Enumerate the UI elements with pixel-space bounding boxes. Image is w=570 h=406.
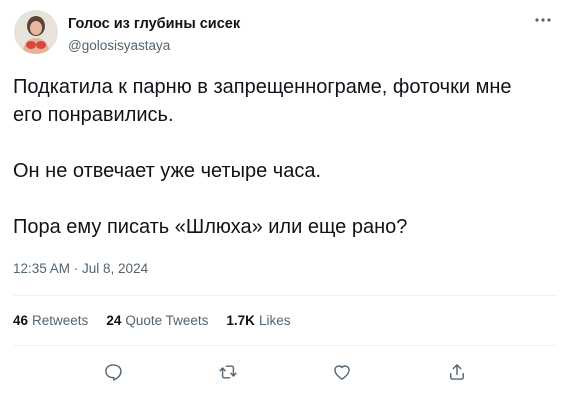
retweets-label: Retweets [32, 313, 89, 328]
tweet-text: Подкатила к парню в запрещеннограме, фот… [13, 73, 543, 241]
retweets-stat[interactable]: 46 Retweets [13, 312, 88, 330]
tweet-paragraph: Подкатила к парню в запрещеннограме, фот… [13, 76, 512, 126]
tweet: Голос из глубины сисек @golosisyastaya П… [0, 0, 570, 406]
retweet-icon [219, 365, 237, 379]
quote-tweets-stat[interactable]: 24 Quote Tweets [106, 312, 208, 330]
tweet-paragraph: Пора ему писать «Шлюха» или еще рано? [13, 216, 408, 238]
quote-tweets-label: Quote Tweets [125, 313, 209, 328]
likes-stat[interactable]: 1.7K Likes [226, 312, 290, 330]
more-options-icon[interactable] [528, 8, 558, 32]
avatar[interactable] [14, 10, 58, 54]
like-button[interactable] [325, 355, 359, 389]
tweet-paragraph: Он не отвечает уже четыре часа. [13, 160, 322, 182]
user-handle[interactable]: @golosisyastaya [68, 37, 170, 54]
divider [13, 345, 557, 346]
share-icon [449, 364, 464, 380]
display-name[interactable]: Голос из глубины сисек [68, 15, 240, 33]
action-bar [0, 355, 570, 389]
reply-button[interactable] [96, 355, 130, 389]
divider [13, 295, 557, 296]
like-icon [334, 365, 351, 380]
likes-count: 1.7K [226, 313, 255, 328]
quote-tweets-count: 24 [106, 313, 122, 328]
tweet-stats: 46 Retweets 24 Quote Tweets 1.7K Likes [13, 312, 290, 330]
tweet-timestamp[interactable]: 12:35 AM · Jul 8, 2024 [13, 260, 148, 278]
retweet-button[interactable] [211, 355, 245, 389]
retweets-count: 46 [13, 313, 29, 328]
share-button[interactable] [440, 355, 474, 389]
likes-label: Likes [258, 313, 291, 328]
reply-icon [105, 364, 122, 381]
